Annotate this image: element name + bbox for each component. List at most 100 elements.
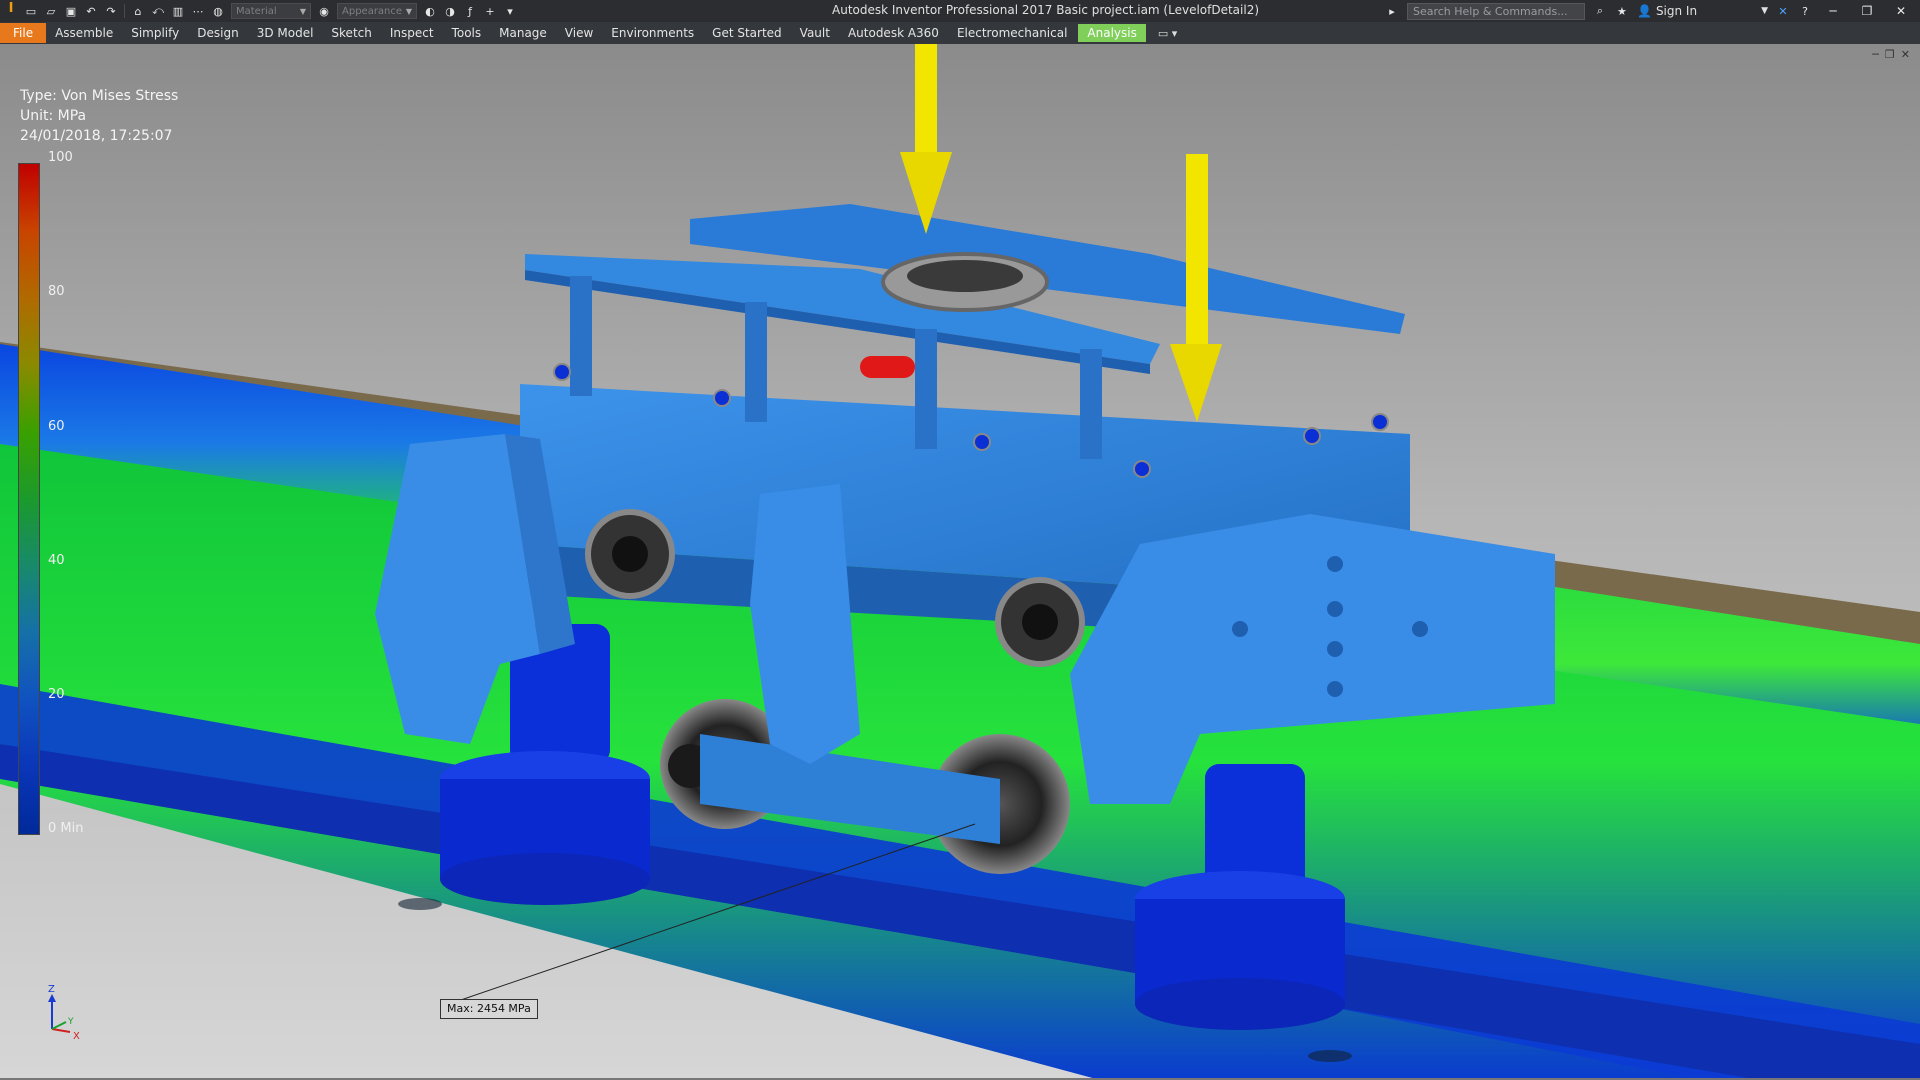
bracket-hole xyxy=(1327,681,1343,697)
graphics-viewport[interactable]: ─ ❐ ✕ Type: Von Mises Stress Unit: MPa 2… xyxy=(0,44,1920,1080)
bearing-right-bore xyxy=(1022,604,1058,640)
svg-text:Z: Z xyxy=(48,984,55,995)
appearance-sphere-icon: ◉ xyxy=(319,4,329,18)
appearance-dropdown-value: Appearance xyxy=(342,5,403,17)
bolt xyxy=(973,433,991,451)
tab-file[interactable]: File xyxy=(0,23,47,43)
chevron-down-icon: ▼ xyxy=(1761,6,1768,16)
toolbar-separator xyxy=(124,4,125,18)
undo-icon[interactable]: ↶ xyxy=(84,4,98,18)
restore-icon[interactable]: ❐ xyxy=(1885,48,1895,61)
appearance-dropdown[interactable]: Appearance ▼ xyxy=(337,3,417,19)
user-icon: 👤 xyxy=(1636,4,1652,18)
material-sphere-icon: ◍ xyxy=(213,4,223,18)
customize-dropdown-icon[interactable]: ▾ xyxy=(503,4,517,18)
inventor-window: I ▭ ▱ ▣ ↶ ↷ ⌂ ⤺ ▥ ⋯ ◍ Material ▼ ◉ Appear… xyxy=(0,0,1920,1080)
select-icon[interactable]: ⋯ xyxy=(191,4,205,18)
tab-get-started[interactable]: Get Started xyxy=(703,23,791,43)
roller-left-bottom xyxy=(440,853,650,905)
bolt xyxy=(1133,460,1151,478)
bracket-hole xyxy=(1327,601,1343,617)
tab-manage[interactable]: Manage xyxy=(490,23,556,43)
tab-environments[interactable]: Environments xyxy=(602,23,703,43)
legend-label-40: 40 xyxy=(48,553,65,568)
legend-label-80: 80 xyxy=(48,284,65,299)
inventor-logo-icon[interactable]: I xyxy=(4,2,18,20)
max-stress-probe-label[interactable]: Max: 2454 MPa xyxy=(440,999,538,1019)
sign-in-label: Sign In xyxy=(1655,4,1698,18)
load-arrow-shaft xyxy=(915,44,937,154)
rail-bolt-hole xyxy=(398,898,442,910)
bolt xyxy=(713,389,731,407)
help-icon[interactable]: ? xyxy=(1798,4,1812,18)
tab-analysis[interactable]: Analysis xyxy=(1078,24,1146,42)
chevron-down-icon: ▼ xyxy=(299,6,306,16)
binoculars-icon[interactable]: ⌕ xyxy=(1593,4,1607,18)
viewport-window-controls: ─ ❐ ✕ xyxy=(1872,48,1910,61)
title-right-controls: ▸ Search Help & Commands... ⌕ ★ 👤 Sign I… xyxy=(1385,0,1920,22)
window-title: Autodesk Inventor Professional 2017 Basi… xyxy=(832,3,1260,17)
close-icon[interactable]: ✕ xyxy=(1901,48,1910,61)
result-timestamp: 24/01/2018, 17:25:07 xyxy=(20,128,173,144)
exchange-apps-icon[interactable]: ✕ xyxy=(1776,4,1790,18)
new-file-icon[interactable]: ▭ xyxy=(24,4,38,18)
material-dropdown-value: Material xyxy=(236,5,277,17)
view-axis-triad-icon: Z X Y xyxy=(48,984,80,1042)
ribbon-tab-bar: File Assemble Simplify Design 3D Model S… xyxy=(0,22,1920,44)
bolt xyxy=(1371,413,1389,431)
redo-icon[interactable]: ↷ xyxy=(104,4,118,18)
load-arrow-head xyxy=(1170,344,1222,422)
open-folder-icon[interactable]: ▱ xyxy=(44,4,58,18)
bracket-hole xyxy=(1232,621,1248,637)
rib xyxy=(915,329,937,449)
restore-icon[interactable]: ❐ xyxy=(1854,4,1880,18)
tab-sketch[interactable]: Sketch xyxy=(322,23,380,43)
save-icon[interactable]: ▣ xyxy=(64,4,78,18)
tab-design[interactable]: Design xyxy=(188,23,247,43)
minimize-icon[interactable]: ─ xyxy=(1872,48,1879,61)
close-icon[interactable]: ✕ xyxy=(1888,4,1914,18)
sign-in-button[interactable]: 👤 Sign In ▼ xyxy=(1637,4,1768,18)
red-pin xyxy=(860,356,915,378)
update-icon[interactable]: ▥ xyxy=(171,4,185,18)
quick-access-toolbar: I ▭ ▱ ▣ ↶ ↷ ⌂ ⤺ ▥ ⋯ ◍ Material ▼ ◉ Appear… xyxy=(0,0,517,22)
legend-label-60: 60 xyxy=(48,419,65,434)
ribbon-display-toggle-icon[interactable]: ▭ ▾ xyxy=(1158,27,1177,40)
load-arrow-shaft xyxy=(1186,154,1208,344)
home-icon[interactable]: ⌂ xyxy=(131,4,145,18)
tab-electromechanical[interactable]: Electromechanical xyxy=(948,23,1076,43)
center-bearing-bore xyxy=(907,260,1023,292)
favorites-star-icon[interactable]: ★ xyxy=(1615,4,1629,18)
result-type: Type: Von Mises Stress xyxy=(20,88,179,104)
adjust-appearance-icon[interactable]: ◐ xyxy=(423,4,437,18)
minimize-icon[interactable]: ─ xyxy=(1820,4,1846,18)
tab-3d-model[interactable]: 3D Model xyxy=(248,23,323,43)
tab-assemble[interactable]: Assemble xyxy=(46,23,122,43)
bracket-hole xyxy=(1327,556,1343,572)
fx-parameters-icon[interactable]: ƒ xyxy=(463,4,477,18)
measure-icon[interactable]: + xyxy=(483,4,497,18)
rib xyxy=(570,276,592,396)
result-unit: Unit: MPa xyxy=(20,108,87,124)
tab-tools[interactable]: Tools xyxy=(443,23,491,43)
title-bar: I ▭ ▱ ▣ ↶ ↷ ⌂ ⤺ ▥ ⋯ ◍ Material ▼ ◉ Appear… xyxy=(0,0,1920,22)
expand-search-icon[interactable]: ▸ xyxy=(1385,4,1399,18)
tab-autodesk-a360[interactable]: Autodesk A360 xyxy=(839,23,948,43)
chevron-down-icon: ▼ xyxy=(405,6,412,16)
material-dropdown[interactable]: Material ▼ xyxy=(231,3,311,19)
rail-bolt-hole xyxy=(1308,1050,1352,1062)
search-input[interactable]: Search Help & Commands... xyxy=(1406,2,1585,20)
tab-vault[interactable]: Vault xyxy=(791,23,839,43)
rib xyxy=(1080,349,1102,459)
svg-text:Y: Y xyxy=(67,1017,74,1027)
tab-view[interactable]: View xyxy=(556,23,602,43)
clear-appearance-icon[interactable]: ◑ xyxy=(443,4,457,18)
tab-simplify[interactable]: Simplify xyxy=(122,23,188,43)
bolt xyxy=(1303,427,1321,445)
bracket-hole xyxy=(1412,621,1428,637)
tab-inspect[interactable]: Inspect xyxy=(381,23,443,43)
svg-text:X: X xyxy=(73,1031,80,1042)
result-info-panel: Type: Von Mises Stress Unit: MPa 24/01/2… xyxy=(20,86,178,146)
stress-color-legend xyxy=(18,163,40,835)
return-icon[interactable]: ⤺ xyxy=(151,4,165,18)
